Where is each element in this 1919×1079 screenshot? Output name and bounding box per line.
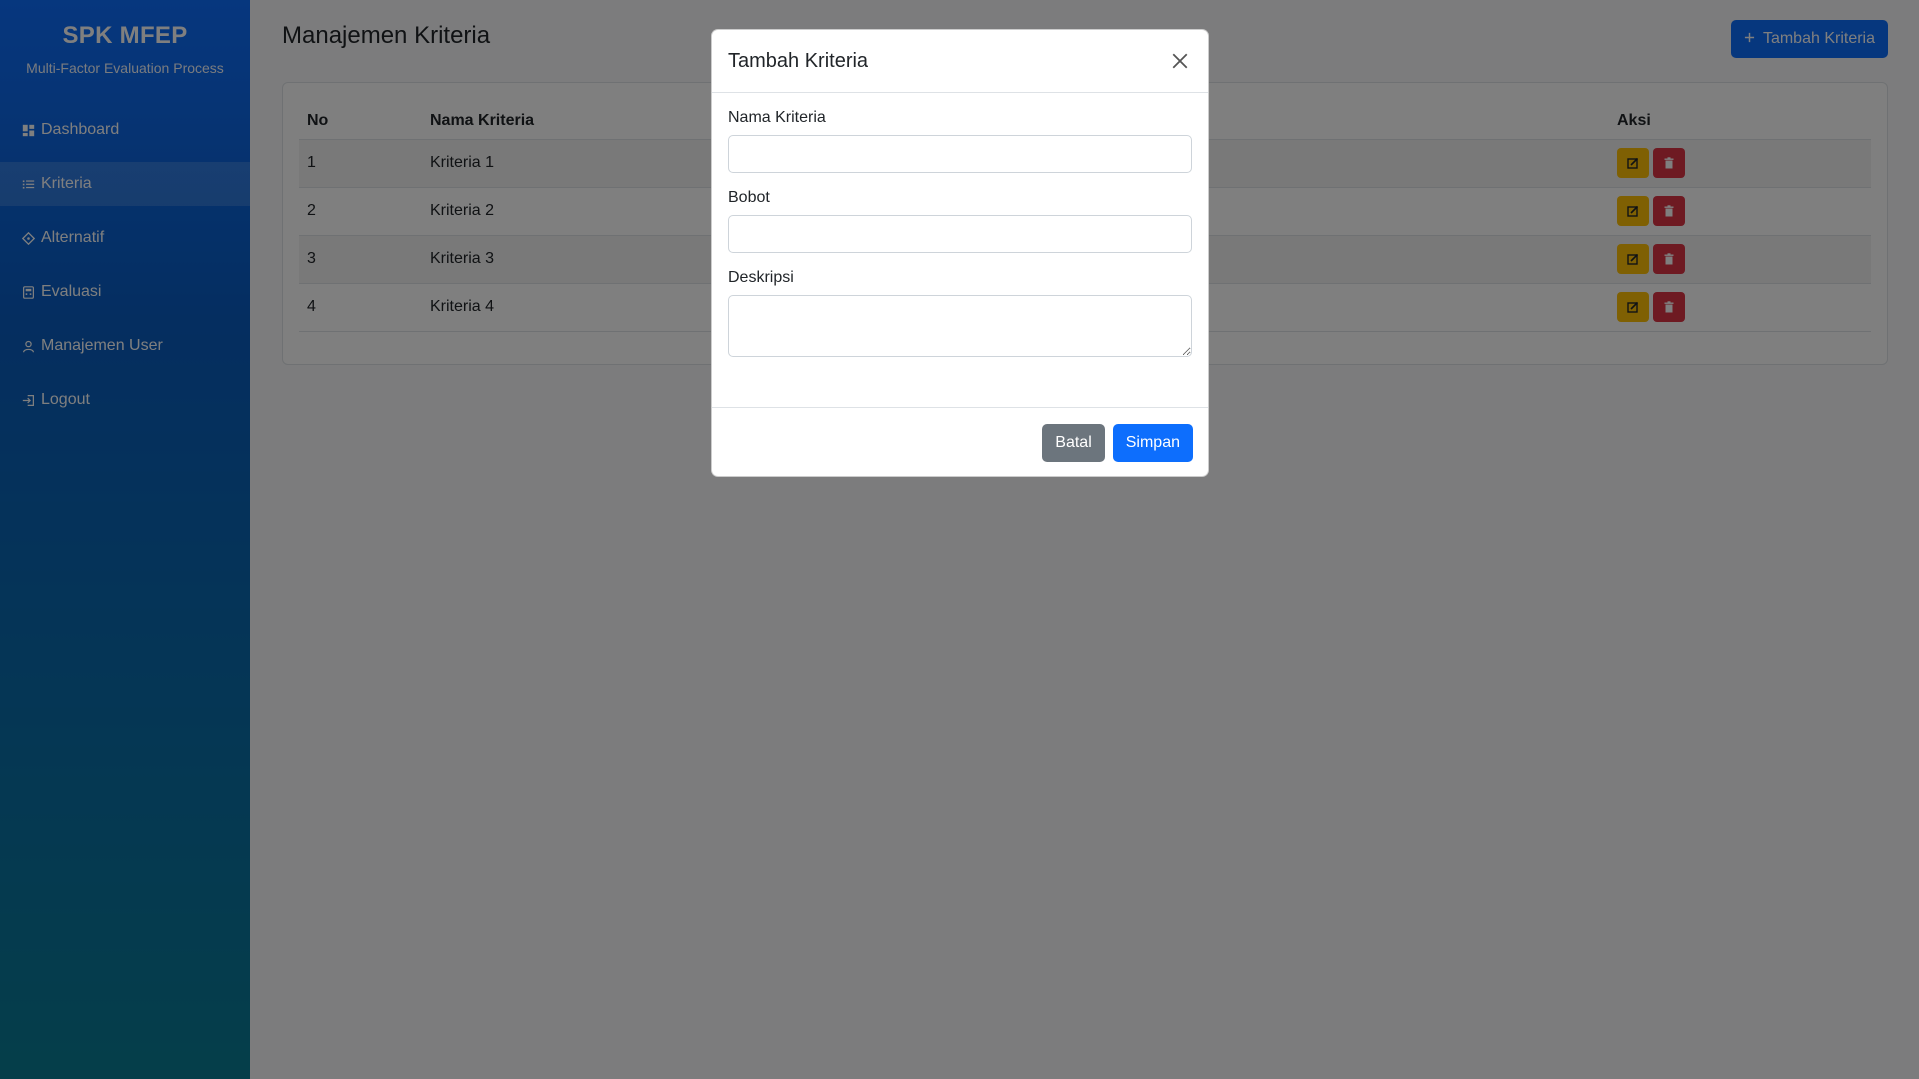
nama-kriteria-input[interactable] — [728, 135, 1192, 173]
modal-footer: Batal Simpan — [712, 407, 1208, 477]
modal-title: Tambah Kriteria — [728, 49, 869, 72]
modal-header: Tambah Kriteria — [712, 30, 1208, 93]
tambah-kriteria-modal: Tambah Kriteria Nama Kriteria Bobot Desk… — [711, 29, 1209, 477]
bobot-field-group: Bobot — [728, 189, 1192, 253]
modal-body: Nama Kriteria Bobot Deskripsi — [712, 93, 1208, 407]
cancel-button[interactable]: Batal — [1042, 423, 1105, 462]
close-button[interactable] — [1168, 49, 1192, 73]
bobot-label: Bobot — [728, 189, 770, 206]
save-button[interactable]: Simpan — [1112, 423, 1193, 462]
deskripsi-label: Deskripsi — [728, 269, 794, 286]
close-icon — [1172, 53, 1188, 69]
deskripsi-textarea[interactable] — [728, 295, 1192, 357]
bobot-input[interactable] — [728, 215, 1192, 253]
deskripsi-field-group: Deskripsi — [728, 269, 1192, 362]
nama-kriteria-field-group: Nama Kriteria — [728, 109, 1192, 173]
nama-kriteria-label: Nama Kriteria — [728, 109, 826, 126]
